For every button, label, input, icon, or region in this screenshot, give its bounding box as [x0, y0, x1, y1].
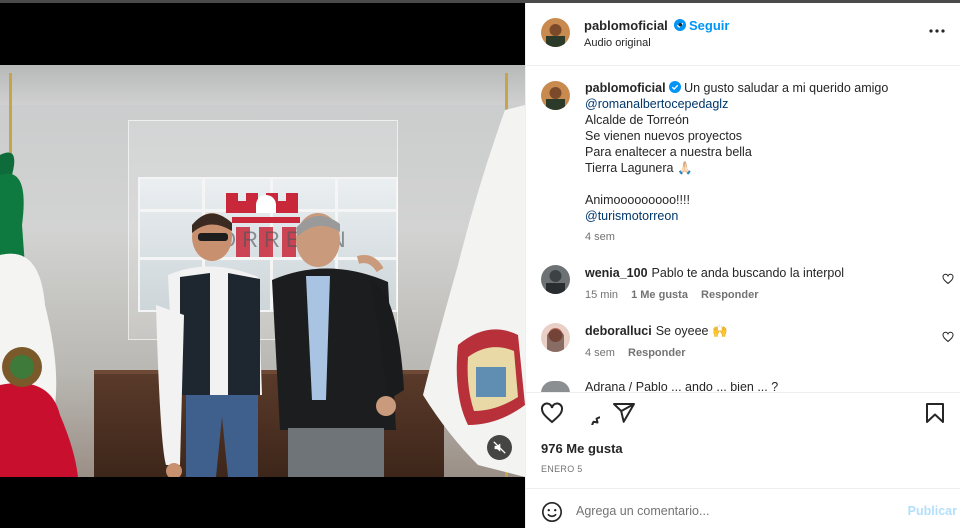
caption-line: Se vienen nuevos proyectos — [585, 129, 743, 143]
photo-ceiling — [0, 65, 525, 105]
torreon-flag — [423, 105, 525, 477]
like-count[interactable]: 976 Me gusta — [541, 441, 623, 456]
save-icon[interactable] — [923, 401, 947, 425]
divider — [526, 392, 960, 393]
caption-line: Alcalde de Torreón — [585, 113, 690, 127]
post-details-panel: pablomoficial • Seguir Audio original pa… — [525, 3, 960, 528]
more-options-icon[interactable] — [927, 23, 947, 39]
reply-button[interactable]: Responder — [701, 289, 758, 301]
post-photo[interactable]: TORREÓN — [0, 65, 525, 477]
emoji-icon[interactable] — [541, 501, 563, 523]
commenter-avatar[interactable] — [541, 265, 570, 294]
caption-line: Tierra Lagunera 🙏🏻 — [585, 161, 693, 175]
comment-clipped: Adrana / Pablo ... ando ... bien ... ? — [585, 382, 885, 391]
person-left — [156, 213, 262, 477]
comment-input[interactable] — [576, 499, 896, 523]
publish-button[interactable]: Publicar — [908, 504, 957, 518]
post-actions — [526, 401, 960, 431]
comment-text: Adrana / Pablo ... ando ... bien ... ? — [585, 382, 779, 391]
comment-time[interactable]: 4 sem — [585, 347, 615, 359]
caption-avatar[interactable] — [541, 81, 570, 110]
verified-icon — [668, 81, 681, 93]
commenter-avatar[interactable] — [541, 323, 570, 352]
caption-username[interactable]: pablomoficial — [585, 81, 666, 95]
comment-heart-icon[interactable] — [942, 273, 954, 285]
author-username[interactable]: pablomoficial — [584, 18, 687, 33]
author-avatar[interactable] — [541, 18, 570, 47]
comment-text: wenia_100 Pablo te anda buscando la inter… — [585, 266, 845, 280]
caption-line: Para enaltecer a nuestra bella — [585, 145, 752, 159]
follow-button[interactable]: Seguir — [689, 18, 729, 33]
audio-label[interactable]: Audio original — [584, 37, 651, 49]
comment-likes[interactable]: 1 Me gusta — [631, 289, 688, 301]
post-media[interactable]: TORREÓN — [0, 3, 525, 528]
caption-mention[interactable]: @turismotorreon — [585, 208, 915, 224]
comment-heart-icon[interactable] — [942, 331, 954, 343]
reply-button[interactable]: Responder — [628, 347, 685, 359]
post-date[interactable]: ENERO 5 — [541, 464, 583, 474]
caption-text: Un gusto saludar a mi querido amigo — [684, 81, 889, 95]
post-caption: pablomoficial Un gusto saludar a mi quer… — [585, 80, 915, 224]
comment-username[interactable]: wenia_100 — [585, 266, 648, 280]
mute-icon — [493, 441, 506, 454]
mexico-flag — [0, 152, 78, 477]
caption-mention[interactable]: @romanalbertocepedaglz — [585, 96, 915, 112]
comment-composer: Publicar — [526, 488, 960, 528]
comment-text: deboralluci Se oyeee 🙌 — [585, 324, 728, 338]
person-right — [272, 213, 404, 477]
post-header: pablomoficial • Seguir Audio original — [526, 3, 960, 66]
instagram-post-viewer: TORREÓN pablomoficial • Seguir Audio ori… — [0, 0, 960, 528]
comment-username[interactable]: deboralluci — [585, 324, 652, 338]
mute-button[interactable] — [487, 435, 512, 460]
comment-meta: 15 min 1 Me gusta Responder — [585, 289, 758, 301]
heart-icon[interactable] — [540, 401, 564, 425]
header-dot-separator: • — [678, 17, 683, 32]
comment-time[interactable]: 15 min — [585, 289, 618, 301]
caption-line: Animooooooooo!!!! — [585, 193, 690, 207]
comment-meta: 4 sem Responder — [585, 347, 686, 359]
caption-timestamp[interactable]: 4 sem — [585, 231, 615, 243]
share-icon[interactable] — [612, 401, 636, 425]
comment-icon[interactable] — [576, 401, 600, 425]
